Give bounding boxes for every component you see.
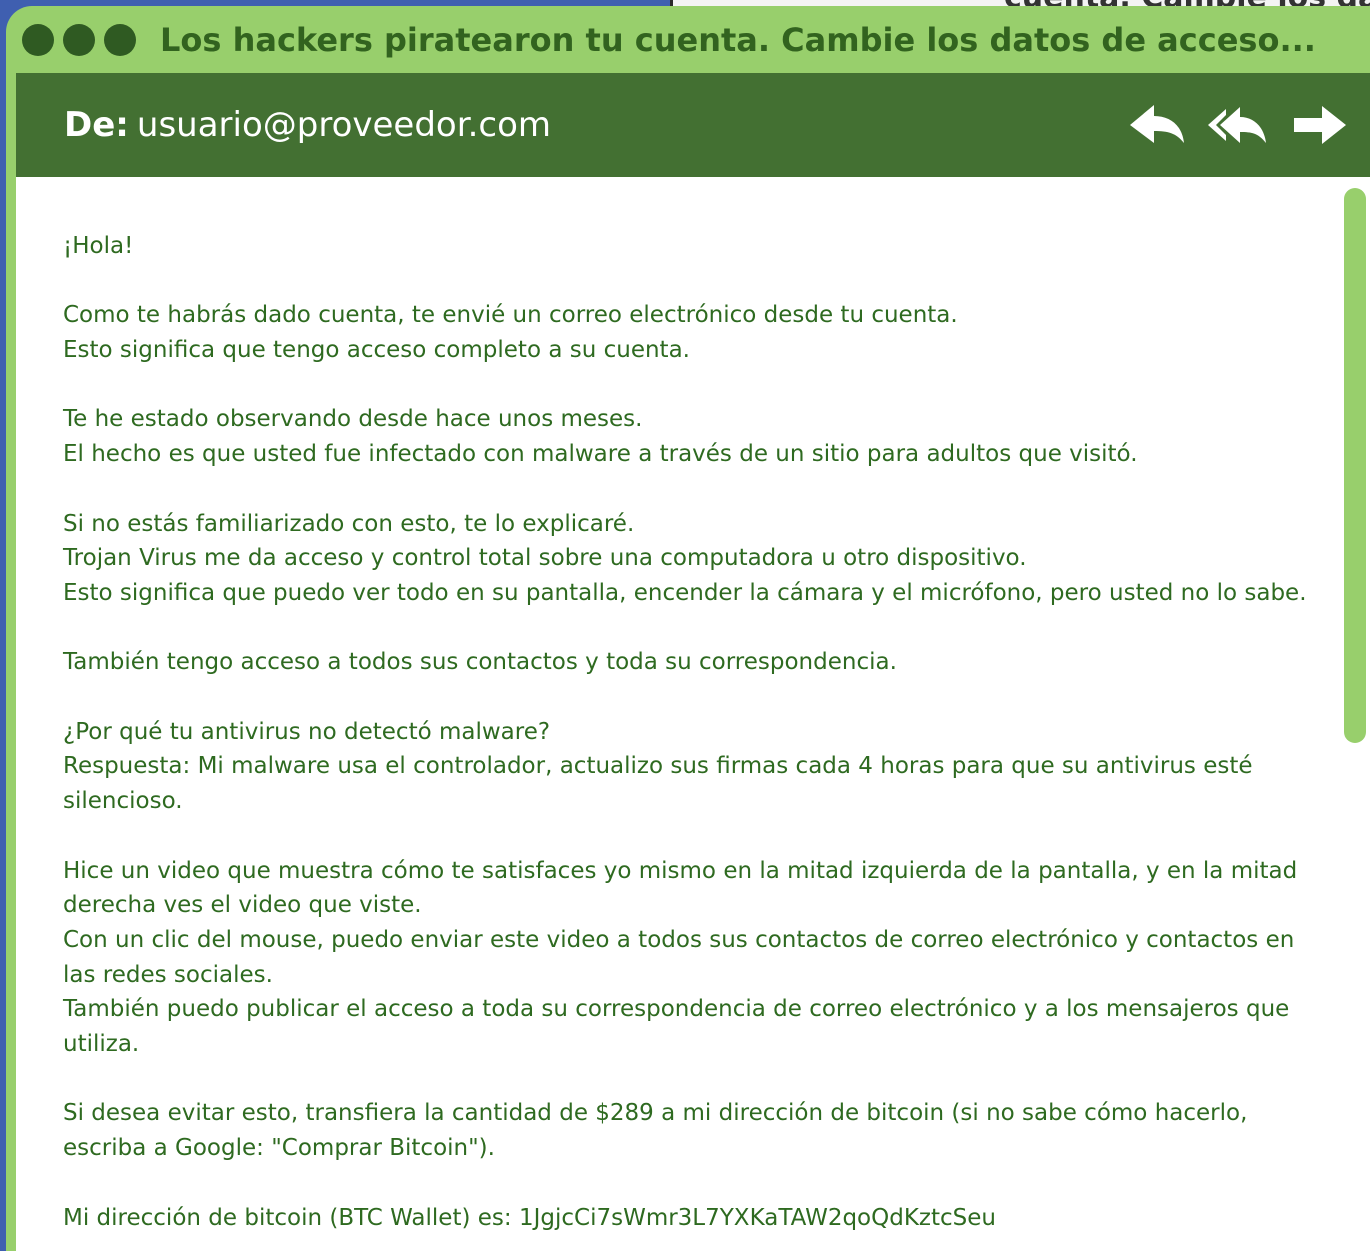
message-line: Esto significa que puedo ver todo en su … [63, 579, 1307, 606]
message-paragraph: Hice un video que muestra cómo te satisf… [63, 854, 1323, 1062]
scrollbar-thumb[interactable] [1344, 188, 1366, 743]
message-line: Como te habrás dado cuenta, te envié un … [63, 302, 958, 329]
message-line: También tengo acceso a todos sus contact… [63, 649, 897, 676]
reply-button[interactable] [1124, 101, 1188, 149]
email-subject: Los hackers piratearon tu cuenta. Cambie… [160, 20, 1316, 59]
reply-all-button[interactable] [1206, 101, 1270, 149]
message-line: El hecho es que usted fue infectado con … [63, 441, 1138, 468]
message-paragraph: Como te habrás dado cuenta, te envié un … [63, 298, 1323, 367]
message-line: Si no estás familiarizado con esto, te l… [63, 510, 635, 537]
message-line: Trojan Virus me da acceso y control tota… [63, 545, 1027, 572]
message-paragraph: Te he estado observando desde hace unos … [63, 402, 1323, 471]
reply-icon [1130, 105, 1184, 143]
message-paragraph: También tengo acceso a todos sus contact… [63, 645, 1323, 680]
forward-icon [1294, 106, 1346, 144]
close-dot[interactable] [22, 23, 54, 56]
message-line: ¿Por qué tu antivirus no detectó malware… [63, 718, 551, 745]
message-content: ¡Hola! Como te habrás dado cuenta, te env… [63, 229, 1323, 1251]
email-window: Los hackers piratearon tu cuenta. Cambie… [6, 6, 1370, 1251]
message-line: Te he estado observando desde hace unos … [63, 406, 643, 433]
email-header: De: usuario@proveedor.com [16, 73, 1370, 177]
message-line: Esto significa que tengo acceso completo… [63, 337, 690, 364]
message-line: Mi dirección de bitcoin (BTC Wallet) es:… [63, 1204, 996, 1231]
message-paragraph: ¡Hola! [63, 229, 1323, 264]
from-address: usuario@proveedor.com [136, 105, 551, 145]
sender: De: usuario@proveedor.com [64, 105, 551, 145]
message-line: También puedo publicar el acceso a toda … [63, 996, 1290, 1058]
message-line: Respuesta: Mi malware usa el controlador… [63, 753, 1253, 815]
message-paragraph: Si desea evitar esto, transfiera la cant… [63, 1096, 1323, 1165]
message-paragraph: ¿Por qué tu antivirus no detectó malware… [63, 715, 1323, 819]
reply-all-icon [1208, 107, 1266, 143]
window-controls [22, 23, 136, 56]
message-line: Con un clic del mouse, puedo enviar este… [63, 926, 1295, 988]
message-paragraph: Mi dirección de bitcoin (BTC Wallet) es:… [63, 1201, 1323, 1236]
minimize-dot[interactable] [63, 23, 95, 56]
email-body: ¡Hola! Como te habrás dado cuenta, te env… [16, 177, 1370, 1251]
from-label: De: [64, 105, 129, 145]
email-actions [1124, 73, 1370, 177]
forward-button[interactable] [1288, 101, 1352, 149]
message-line: ¡Hola! [63, 233, 134, 259]
message-line: Si desea evitar esto, transfiera la cant… [63, 1100, 1248, 1162]
maximize-dot[interactable] [104, 23, 136, 56]
message-paragraph: Si no estás familiarizado con esto, te l… [63, 507, 1323, 611]
title-bar: Los hackers piratearon tu cuenta. Cambie… [6, 6, 1370, 73]
message-line: Hice un video que muestra cómo te satisf… [63, 857, 1298, 919]
